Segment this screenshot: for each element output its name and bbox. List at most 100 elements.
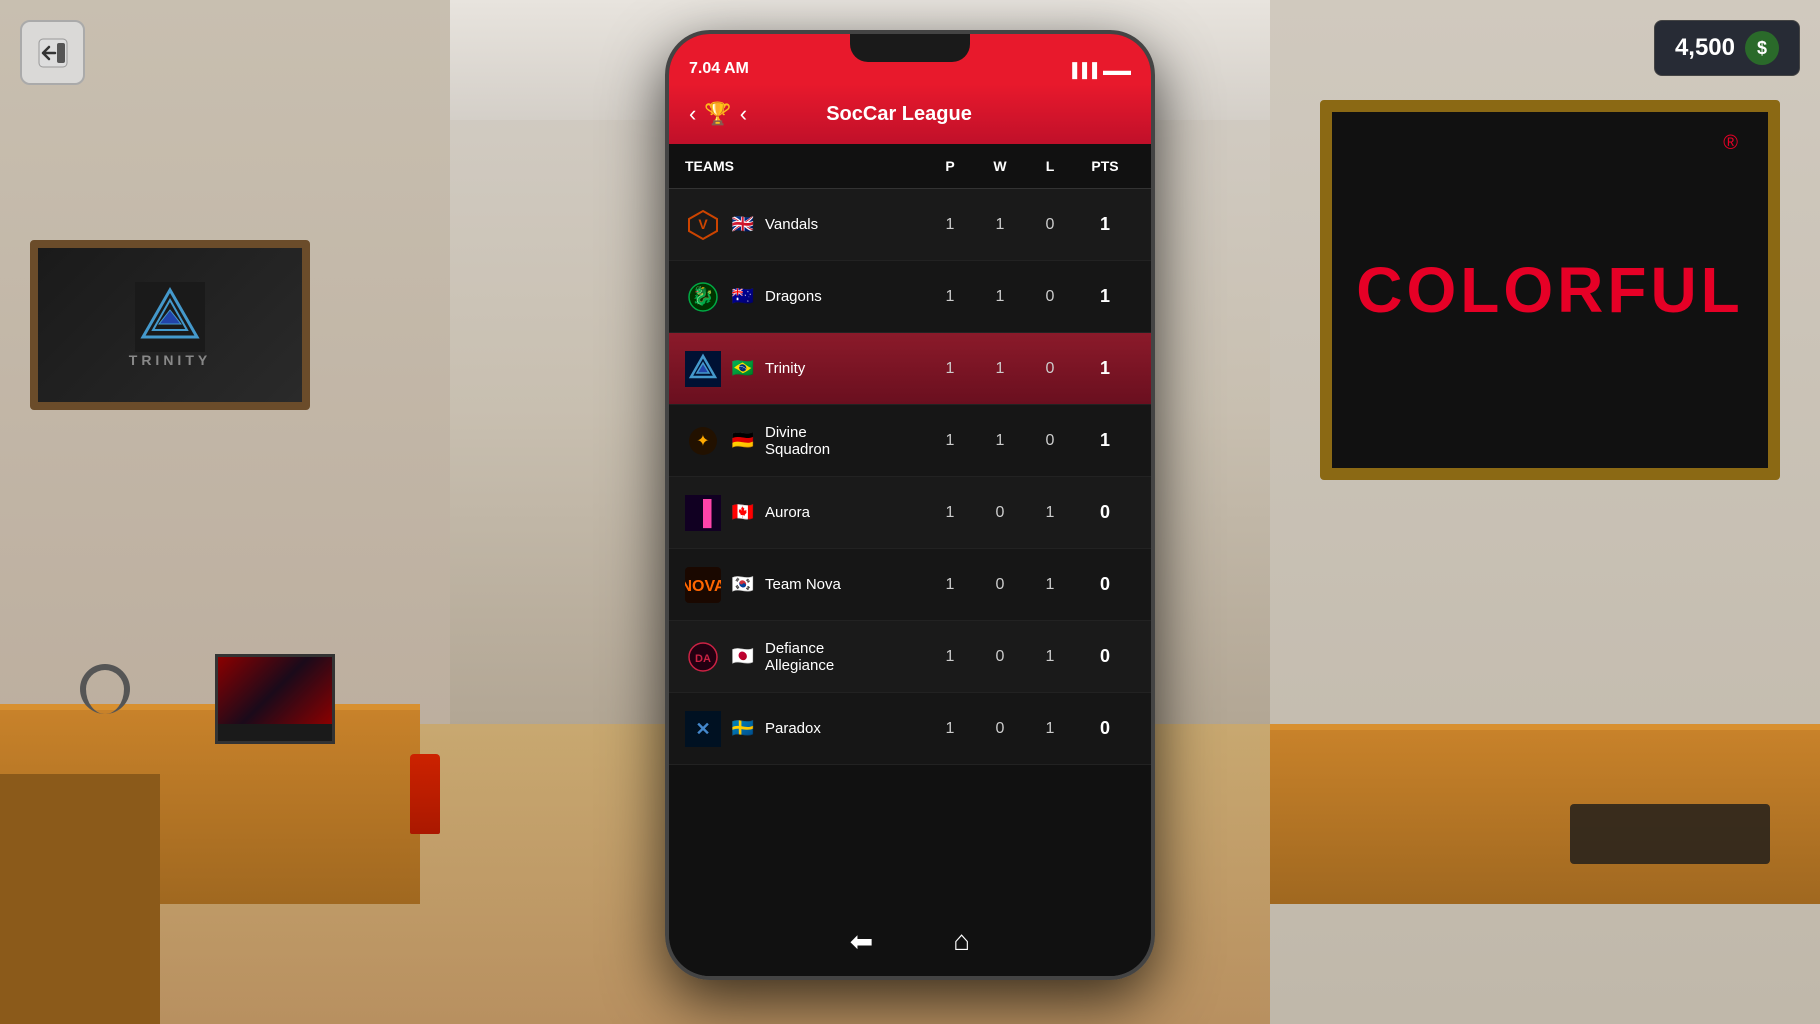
team-name: DivineSquadron [765, 424, 830, 458]
trinity-poster-label: TRINITY [129, 352, 211, 368]
stat-pts: 0 [1075, 502, 1135, 523]
trinity-poster: TRINITY [30, 240, 310, 410]
team-flag: 🇧🇷 [729, 359, 757, 379]
team-info: NOVA 🇰🇷 Team Nova [685, 567, 925, 603]
team-row: V 🇬🇧 Vandals 1 1 0 1 [669, 189, 1151, 261]
svg-text:✦: ✦ [696, 433, 709, 450]
team-flag: 🇨🇦 [729, 503, 757, 523]
app-header: ‹ 🏆 ‹ SocCar League [669, 84, 1151, 144]
stat-w: 0 [975, 576, 1025, 594]
team-name: Aurora [765, 504, 810, 521]
app-title: SocCar League [747, 103, 1051, 126]
team-name: Paradox [765, 720, 821, 737]
team-info: 🇧🇷 Trinity [685, 351, 925, 387]
monitor-screen [218, 657, 332, 724]
colorful-display: ® COLORFUL [1320, 100, 1780, 480]
team-flag: 🇬🇧 [729, 215, 757, 235]
fire-extinguisher [410, 754, 440, 834]
stat-p: 1 [925, 360, 975, 378]
phone-home-button[interactable]: ⌂ [953, 925, 970, 957]
col-pts: PTS [1075, 158, 1135, 174]
svg-text:NOVA: NOVA [685, 578, 721, 595]
team-name: Vandals [765, 216, 818, 233]
trophy-icon: 🏆 [704, 101, 731, 127]
stat-p: 1 [925, 288, 975, 306]
stat-l: 1 [1025, 648, 1075, 666]
team-logo: NOVA [685, 567, 721, 603]
stat-w: 1 [975, 288, 1025, 306]
stat-p: 1 [925, 216, 975, 234]
col-p: P [925, 158, 975, 174]
team-info: V 🇬🇧 Vandals [685, 207, 925, 243]
col-teams: TEAMS [685, 158, 925, 174]
phone-back-button[interactable]: ⬅ [850, 925, 873, 958]
stat-l: 0 [1025, 288, 1075, 306]
header-nav-left: ‹ 🏆 ‹ [689, 101, 747, 127]
team-flag: 🇰🇷 [729, 575, 757, 595]
stat-w: 0 [975, 504, 1025, 522]
stat-pts: 1 [1075, 358, 1135, 379]
stat-p: 1 [925, 648, 975, 666]
exit-icon [35, 35, 71, 71]
stat-pts: 1 [1075, 286, 1135, 307]
team-info: 🐉 🇦🇺 Dragons [685, 279, 925, 315]
team-row: 🇧🇷 Trinity 1 1 0 1 [669, 333, 1151, 405]
svg-text:DA: DA [695, 653, 711, 665]
team-logo: ✕ [685, 711, 721, 747]
phone-wrapper: 7.04 AM ▐▐▐ ▬▬ ‹ 🏆 ‹ SocCar League TEAMS… [665, 30, 1155, 980]
right-keyboard [1570, 804, 1770, 864]
headphones [80, 664, 130, 714]
back-button[interactable]: ‹ [689, 101, 696, 127]
registered-mark: ® [1723, 132, 1738, 155]
team-flag: 🇦🇺 [729, 287, 757, 307]
table-header: TEAMS P W L PTS [669, 144, 1151, 189]
close-button[interactable]: ‹ [740, 101, 747, 127]
team-flag: 🇩🇪 [729, 431, 757, 451]
team-flag: 🇯🇵 [729, 647, 757, 667]
currency-amount: 4,500 [1675, 34, 1735, 62]
teams-container: V 🇬🇧 Vandals 1 1 0 1 🐉 🇦🇺 Dragons 1 1 0 … [669, 189, 1151, 765]
stat-pts: 1 [1075, 214, 1135, 235]
col-l: L [1025, 158, 1075, 174]
svg-text:V: V [698, 216, 708, 232]
svg-text:🐉: 🐉 [692, 285, 714, 306]
stat-p: 1 [925, 432, 975, 450]
stat-l: 1 [1025, 576, 1075, 594]
stat-p: 1 [925, 576, 975, 594]
stat-p: 1 [925, 504, 975, 522]
team-logo: DA [685, 639, 721, 675]
app-content: TEAMS P W L PTS V 🇬🇧 Vandals 1 1 0 1 🐉 🇦… [669, 144, 1151, 906]
stat-w: 0 [975, 720, 1025, 738]
currency-icon: $ [1745, 31, 1779, 65]
stat-l: 0 [1025, 216, 1075, 234]
svg-text:✕: ✕ [695, 719, 710, 739]
team-flag: 🇸🇪 [729, 719, 757, 739]
team-info: ✦ 🇩🇪 DivineSquadron [685, 423, 925, 459]
colorful-text: COLORFUL [1356, 253, 1744, 327]
svg-text:▐: ▐ [694, 499, 711, 529]
team-logo: ▐ [685, 495, 721, 531]
signal-icon: ▐▐▐ [1067, 62, 1097, 78]
exit-button[interactable] [20, 20, 85, 85]
team-logo [685, 351, 721, 387]
left-monitor [215, 654, 335, 744]
stat-l: 0 [1025, 360, 1075, 378]
status-icons: ▐▐▐ ▬▬ [1067, 62, 1131, 78]
stat-w: 1 [975, 216, 1025, 234]
stat-pts: 0 [1075, 646, 1135, 667]
battery-icon: ▬▬ [1103, 62, 1131, 78]
phone-body: 7.04 AM ▐▐▐ ▬▬ ‹ 🏆 ‹ SocCar League TEAMS… [665, 30, 1155, 980]
stat-w: 1 [975, 360, 1025, 378]
col-w: W [975, 158, 1025, 174]
team-name: DefianceAllegiance [765, 640, 834, 674]
stat-l: 1 [1025, 504, 1075, 522]
stat-l: 0 [1025, 432, 1075, 450]
phone-notch [850, 34, 970, 62]
team-info: DA 🇯🇵 DefianceAllegiance [685, 639, 925, 675]
team-row: ✦ 🇩🇪 DivineSquadron 1 1 0 1 [669, 405, 1151, 477]
stat-w: 0 [975, 648, 1025, 666]
team-row: 🐉 🇦🇺 Dragons 1 1 0 1 [669, 261, 1151, 333]
team-info: ▐ 🇨🇦 Aurora [685, 495, 925, 531]
team-name: Trinity [765, 360, 805, 377]
team-logo: ✦ [685, 423, 721, 459]
